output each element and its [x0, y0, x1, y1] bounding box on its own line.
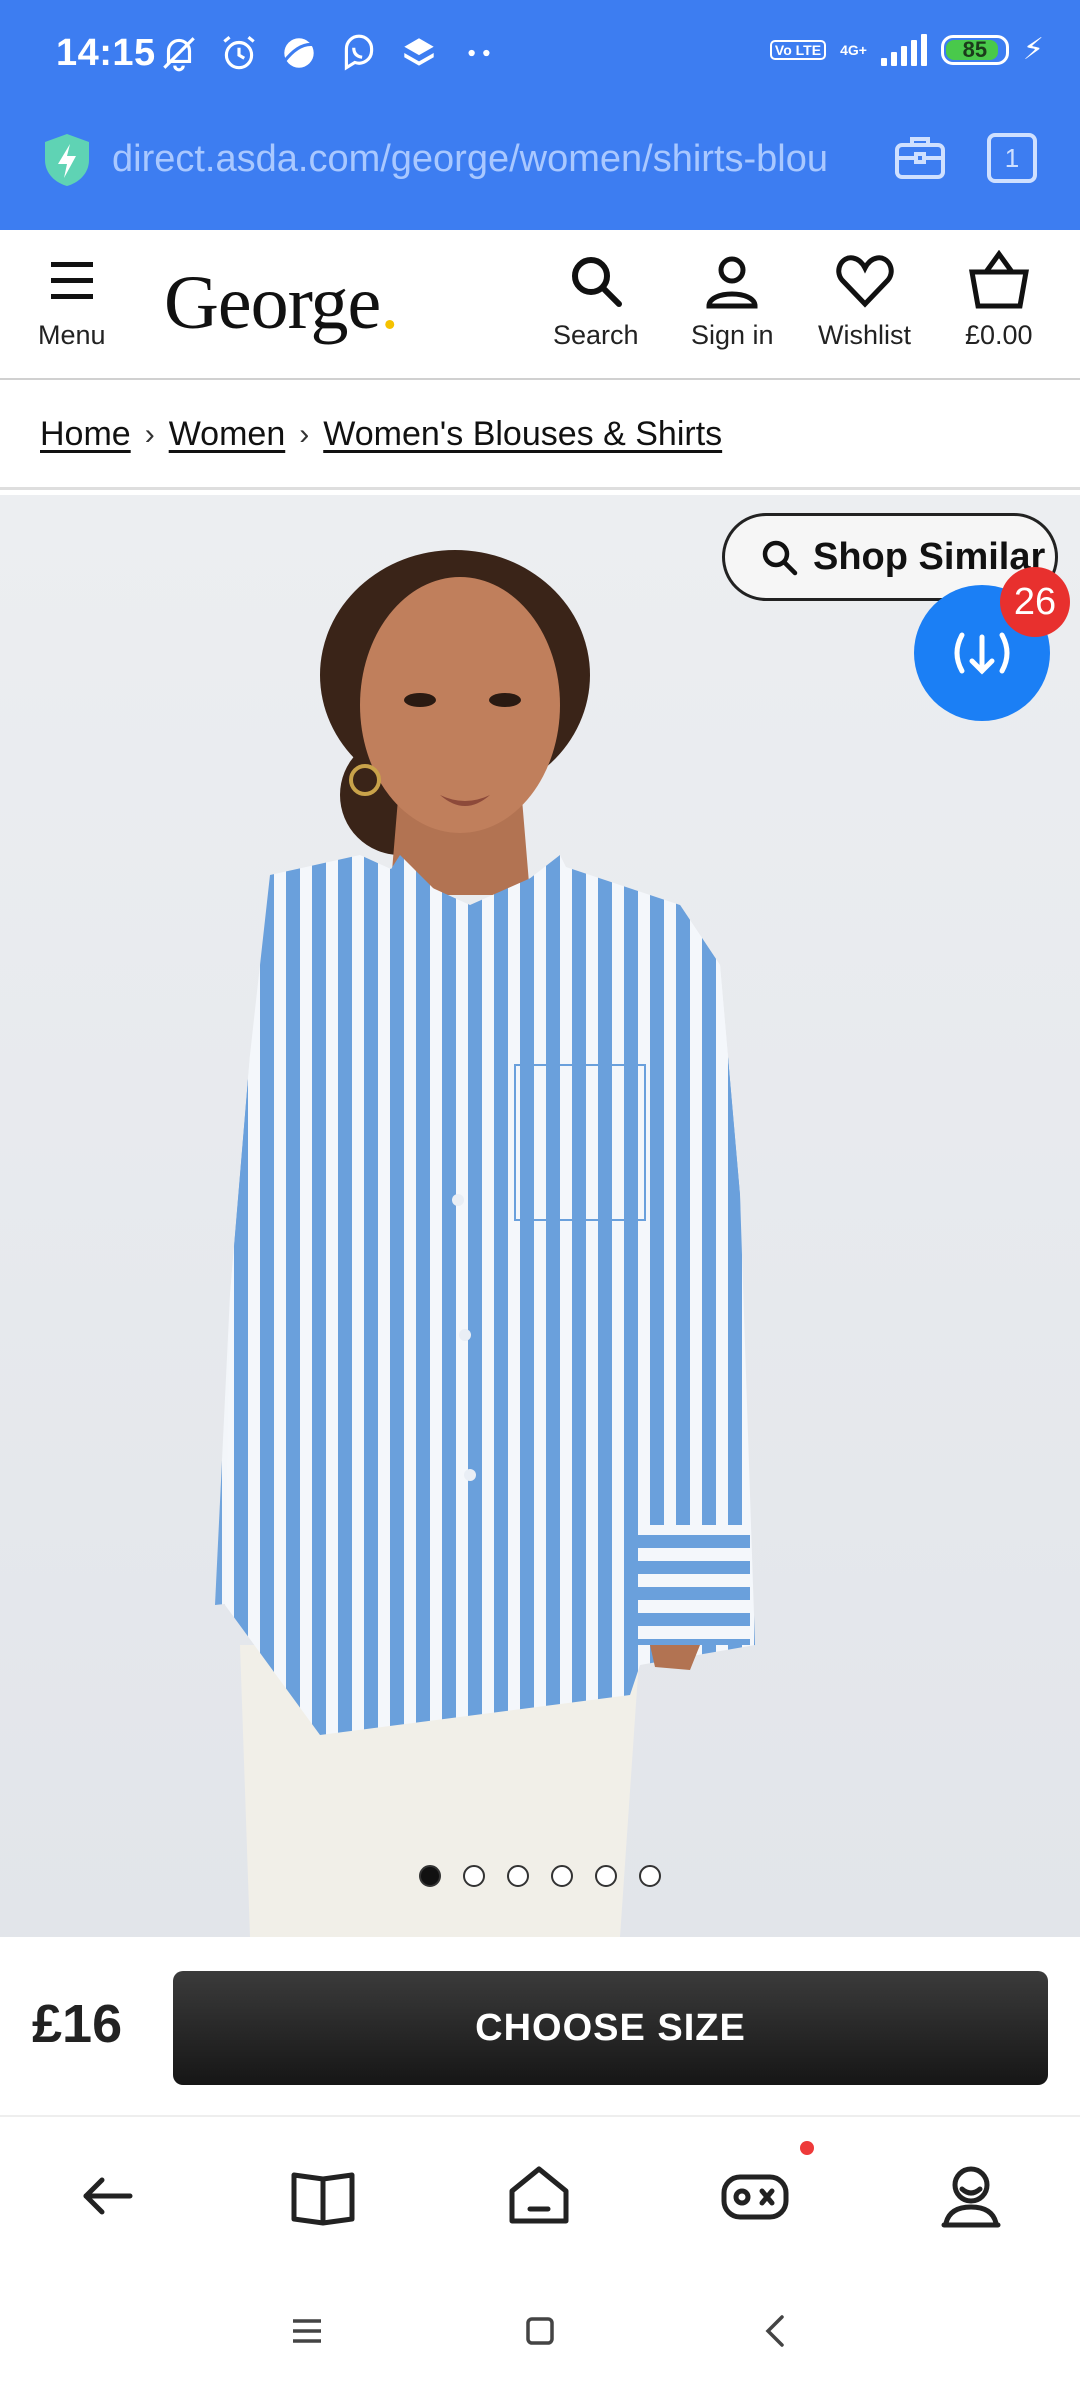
browser-chrome: 14:15 Vo LTE 4G+ 85 ⚡ direct.asda.com/ge… — [0, 0, 1080, 230]
home-icon[interactable] — [504, 2161, 574, 2231]
url-text[interactable]: direct.asda.com/george/women/shirts-blou — [112, 138, 862, 181]
more-dots-icon — [468, 49, 490, 57]
logo-text: George — [164, 261, 381, 345]
back-arrow-icon[interactable] — [72, 2161, 142, 2231]
signal-indicator: 4G+ — [840, 43, 867, 57]
carousel-dot[interactable] — [551, 1865, 573, 1887]
profile-icon[interactable] — [936, 2161, 1006, 2231]
wishlist-button[interactable]: Wishlist — [818, 250, 911, 351]
status-bar: 14:15 Vo LTE 4G+ 85 ⚡ — [0, 0, 1080, 110]
signal-bars-icon — [880, 33, 927, 66]
breadcrumb-blouses-shirts[interactable]: Women's Blouses & Shirts — [323, 415, 722, 454]
system-navigation-bar — [0, 2269, 1080, 2400]
breadcrumb-women[interactable]: Women — [169, 415, 286, 454]
carousel-dot[interactable] — [419, 1865, 441, 1887]
search-label: Search — [553, 320, 639, 350]
basket-total: £0.00 — [965, 320, 1033, 350]
planet-icon — [283, 38, 314, 68]
search-icon — [762, 540, 798, 576]
address-bar[interactable]: direct.asda.com/george/women/shirts-blou… — [0, 110, 1080, 230]
carousel-dot[interactable] — [595, 1865, 617, 1887]
status-system-icons: Vo LTE 4G+ 85 ⚡ — [769, 32, 1044, 67]
product-price: £16 — [32, 1994, 123, 2054]
carousel-dot[interactable] — [507, 1865, 529, 1887]
carousel-indicators — [0, 1865, 1080, 1887]
fab-count-badge: 26 — [1000, 567, 1070, 637]
search-button[interactable]: Search — [553, 250, 639, 351]
hamburger-icon — [50, 262, 93, 299]
silent-bell-icon — [163, 37, 195, 72]
purchase-bar: £16 CHOOSE SIZE — [0, 1937, 1080, 2117]
chevron-right-icon: › — [144, 417, 155, 451]
book-icon[interactable] — [288, 2161, 358, 2231]
logo-dot: . — [380, 261, 399, 345]
site-header: Menu George. Search Sign in Wishlist £0.… — [0, 230, 1080, 380]
network-type: 4G+ — [840, 41, 867, 58]
layers-icon — [404, 38, 434, 66]
home-square-icon[interactable] — [518, 2309, 562, 2353]
volte-badge: Vo LTE — [769, 39, 827, 60]
system-back-icon[interactable] — [754, 2309, 798, 2353]
charging-icon: ⚡ — [1022, 33, 1044, 66]
product-image-carousel[interactable]: Shop Similar 26 — [0, 495, 1080, 1937]
alarm-icon — [223, 36, 255, 70]
breadcrumb: Home › Women › Women's Blouses & Shirts — [0, 382, 1080, 490]
search-icon — [571, 257, 622, 307]
menu-label: Menu — [38, 320, 106, 350]
shop-similar-label: Shop Similar — [813, 535, 1046, 578]
signin-button[interactable]: Sign in — [691, 250, 774, 351]
heart-icon — [835, 255, 894, 308]
status-time: 14:15 — [56, 32, 156, 74]
menu-button[interactable]: Menu — [38, 250, 106, 351]
george-logo[interactable]: George. — [164, 260, 399, 347]
basket-button[interactable]: £0.00 — [965, 250, 1033, 351]
product-photo[interactable] — [0, 495, 1080, 1937]
recent-apps-icon[interactable] — [285, 2309, 329, 2353]
browser-bottom-nav — [0, 2119, 1080, 2269]
briefcase-icon[interactable] — [892, 130, 948, 186]
choose-size-button[interactable]: CHOOSE SIZE — [173, 1971, 1048, 2085]
shield-icon[interactable] — [42, 132, 92, 188]
game-controller-icon[interactable] — [720, 2161, 790, 2231]
wishlist-label: Wishlist — [818, 320, 911, 350]
tabs-count-button[interactable]: 1 — [987, 133, 1037, 183]
viber-icon — [344, 34, 374, 71]
battery-icon: 85 — [940, 34, 1009, 65]
basket-icon — [968, 250, 1029, 309]
breadcrumb-home[interactable]: Home — [40, 415, 131, 454]
battery-level: 85 — [962, 36, 988, 62]
carousel-dot[interactable] — [639, 1865, 661, 1887]
status-notification-icons — [158, 32, 500, 74]
notification-dot — [800, 2141, 814, 2155]
signin-label: Sign in — [691, 320, 774, 350]
carousel-dot[interactable] — [463, 1865, 485, 1887]
user-icon — [706, 256, 758, 309]
chevron-right-icon: › — [299, 417, 310, 451]
